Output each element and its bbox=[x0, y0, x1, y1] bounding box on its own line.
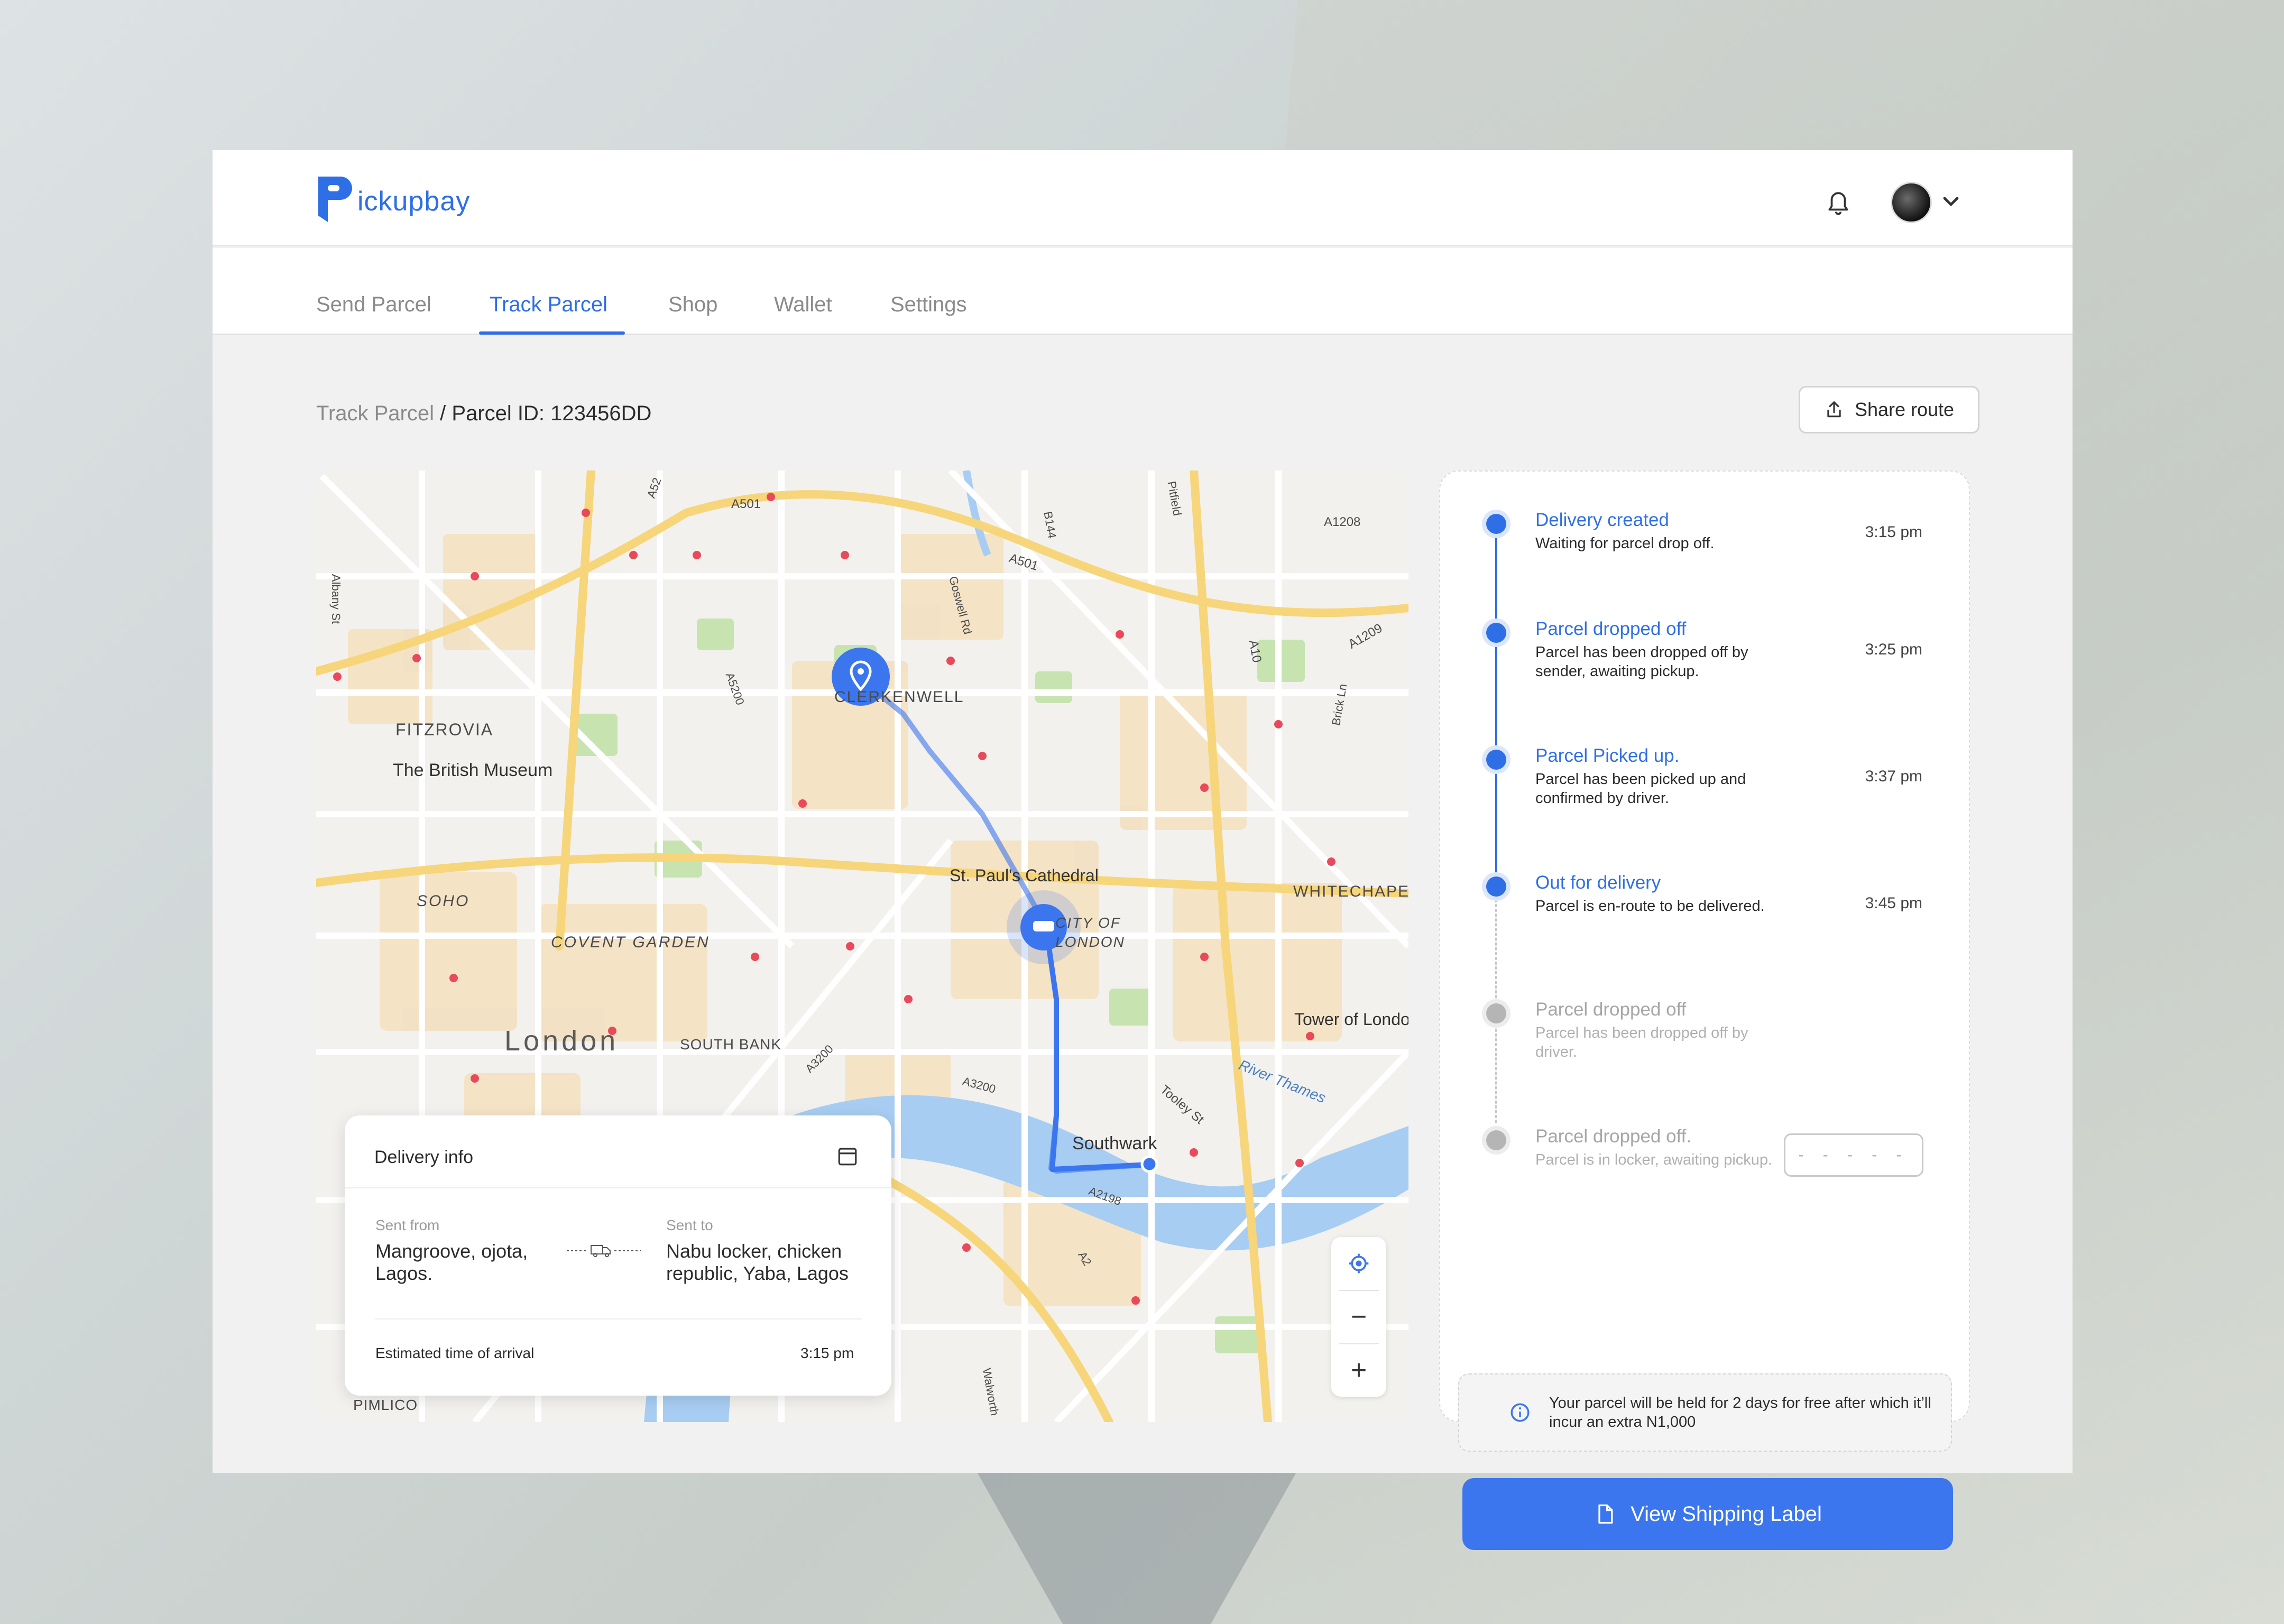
step-time: 3:37 pm bbox=[1865, 768, 1922, 785]
step-title: Delivery created bbox=[1535, 510, 1669, 530]
map-label: A501 bbox=[731, 497, 761, 511]
avatar[interactable] bbox=[1891, 182, 1932, 223]
eta-value: 3:15 pm bbox=[800, 1345, 854, 1361]
step-desc: Parcel has been dropped off by driver. bbox=[1535, 1025, 1748, 1060]
zoom-out-button[interactable]: − bbox=[1331, 1290, 1386, 1343]
timeline-dot bbox=[1486, 514, 1506, 534]
step-title: Parcel dropped off bbox=[1535, 999, 1687, 1020]
step-title: Parcel dropped off bbox=[1535, 619, 1687, 639]
timeline-dot bbox=[1486, 1130, 1506, 1150]
step-title: Parcel dropped off. bbox=[1535, 1126, 1692, 1147]
delivery-info-title: Delivery info bbox=[374, 1147, 474, 1167]
map-label: Tower of London bbox=[1294, 1010, 1408, 1029]
info-icon bbox=[1511, 1403, 1530, 1422]
logo-icon bbox=[318, 177, 352, 222]
view-shipping-label-text: View Shipping Label bbox=[1631, 1502, 1822, 1526]
timeline-dot bbox=[1486, 876, 1506, 897]
zoom-in-button[interactable]: + bbox=[1331, 1344, 1386, 1397]
step-desc: Parcel has been picked up and confirmed … bbox=[1535, 771, 1746, 807]
step-time: 3:15 pm bbox=[1865, 523, 1922, 541]
map-label: SOHO bbox=[417, 892, 470, 910]
chevron-down-icon[interactable] bbox=[1942, 196, 1959, 207]
bell-icon[interactable] bbox=[1825, 188, 1852, 218]
timeline-dot bbox=[1486, 623, 1506, 643]
step-time: 3:25 pm bbox=[1865, 641, 1922, 658]
map-label: The British Museum bbox=[393, 760, 553, 780]
document-icon bbox=[1598, 1504, 1613, 1524]
timeline-dot bbox=[1486, 750, 1506, 770]
sent-from-label: Sent from bbox=[375, 1217, 440, 1233]
tracking-timeline: Delivery created Waiting for parcel drop… bbox=[1439, 470, 1970, 1422]
target-icon bbox=[1349, 1253, 1369, 1274]
sent-to-label: Sent to bbox=[666, 1217, 713, 1233]
tab-settings[interactable]: Settings bbox=[890, 293, 967, 317]
divider bbox=[345, 1187, 891, 1188]
map-label: PIMLICO bbox=[353, 1397, 418, 1413]
timeline-dot bbox=[1486, 1003, 1506, 1023]
share-route-button[interactable]: Share route bbox=[1799, 386, 1979, 433]
breadcrumb-separator: / bbox=[440, 402, 446, 425]
tab-wallet[interactable]: Wallet bbox=[774, 293, 832, 317]
step-desc: Parcel has been dropped off by sender, a… bbox=[1535, 644, 1748, 680]
delivery-info-card: Delivery info Sent from Mangroove, ojota… bbox=[345, 1115, 891, 1396]
logo[interactable]: ickupbay bbox=[316, 174, 470, 224]
app-window: ickupbay Send Parcel Track Parcel Shop W… bbox=[213, 150, 2073, 1550]
step-title: Out for delivery bbox=[1535, 872, 1661, 893]
calendar-icon[interactable] bbox=[836, 1145, 859, 1167]
map-label: Albany St bbox=[329, 574, 343, 624]
breadcrumb-parent[interactable]: Track Parcel bbox=[316, 402, 434, 425]
top-bar: ickupbay bbox=[213, 150, 2073, 246]
map-label: London bbox=[504, 1025, 619, 1057]
nav-bar: Send Parcel Track Parcel Shop Wallet Set… bbox=[213, 248, 2073, 335]
logo-text: ickupbay bbox=[357, 186, 471, 217]
step-time: 3:45 pm bbox=[1865, 894, 1922, 912]
map-label: CLERKENWELL bbox=[834, 688, 964, 706]
tab-send-parcel[interactable]: Send Parcel bbox=[316, 293, 431, 317]
map-controls: − + bbox=[1331, 1237, 1386, 1397]
truck-icon bbox=[567, 1245, 641, 1257]
eta-label: Estimated time of arrival bbox=[375, 1345, 535, 1361]
map-label: FITZROVIA bbox=[395, 720, 494, 739]
timeline-progress-line bbox=[1495, 523, 1497, 894]
notice-text: Your parcel will be held for 2 days for … bbox=[1549, 1395, 1931, 1431]
view-shipping-label-button[interactable]: View Shipping Label bbox=[1462, 1478, 1953, 1550]
map-label: A1208 bbox=[1324, 515, 1361, 529]
breadcrumb-current: Parcel ID: 123456DD bbox=[452, 402, 652, 425]
breadcrumb: Track Parcel / Parcel ID: 123456DD bbox=[316, 402, 651, 426]
hold-notice: Your parcel will be held for 2 days for … bbox=[1458, 1373, 1952, 1452]
sent-from-value: Mangroove, ojota, Lagos. bbox=[375, 1240, 528, 1284]
map-label: CITY OF LONDON bbox=[1055, 915, 1125, 950]
divider bbox=[375, 1318, 862, 1320]
map-label: COVENT GARDEN bbox=[551, 934, 710, 951]
tab-shop[interactable]: Shop bbox=[668, 293, 717, 317]
step-title: Parcel Picked up. bbox=[1535, 745, 1680, 766]
map-label: Southwark bbox=[1072, 1133, 1157, 1154]
share-icon bbox=[1827, 401, 1841, 418]
step-desc: Waiting for parcel drop off. bbox=[1535, 535, 1715, 552]
sent-to-value: Nabu locker, chicken republic, Yaba, Lag… bbox=[666, 1240, 849, 1284]
map-label: SOUTH BANK bbox=[680, 1036, 782, 1053]
share-route-label: Share route bbox=[1854, 399, 1955, 420]
step-desc: Parcel is en-route to be delivered. bbox=[1535, 898, 1765, 915]
map-label: St. Paul's Cathedral bbox=[950, 866, 1099, 885]
step-desc: Parcel is in locker, awaiting pickup. bbox=[1535, 1151, 1773, 1168]
pickup-code-field[interactable]: - - - - - bbox=[1784, 1133, 1923, 1177]
active-tab-indicator bbox=[479, 331, 625, 335]
map-label: WHITECHAPEL bbox=[1293, 883, 1408, 900]
tab-track-parcel[interactable]: Track Parcel bbox=[490, 293, 607, 317]
locate-button[interactable] bbox=[1331, 1237, 1386, 1290]
